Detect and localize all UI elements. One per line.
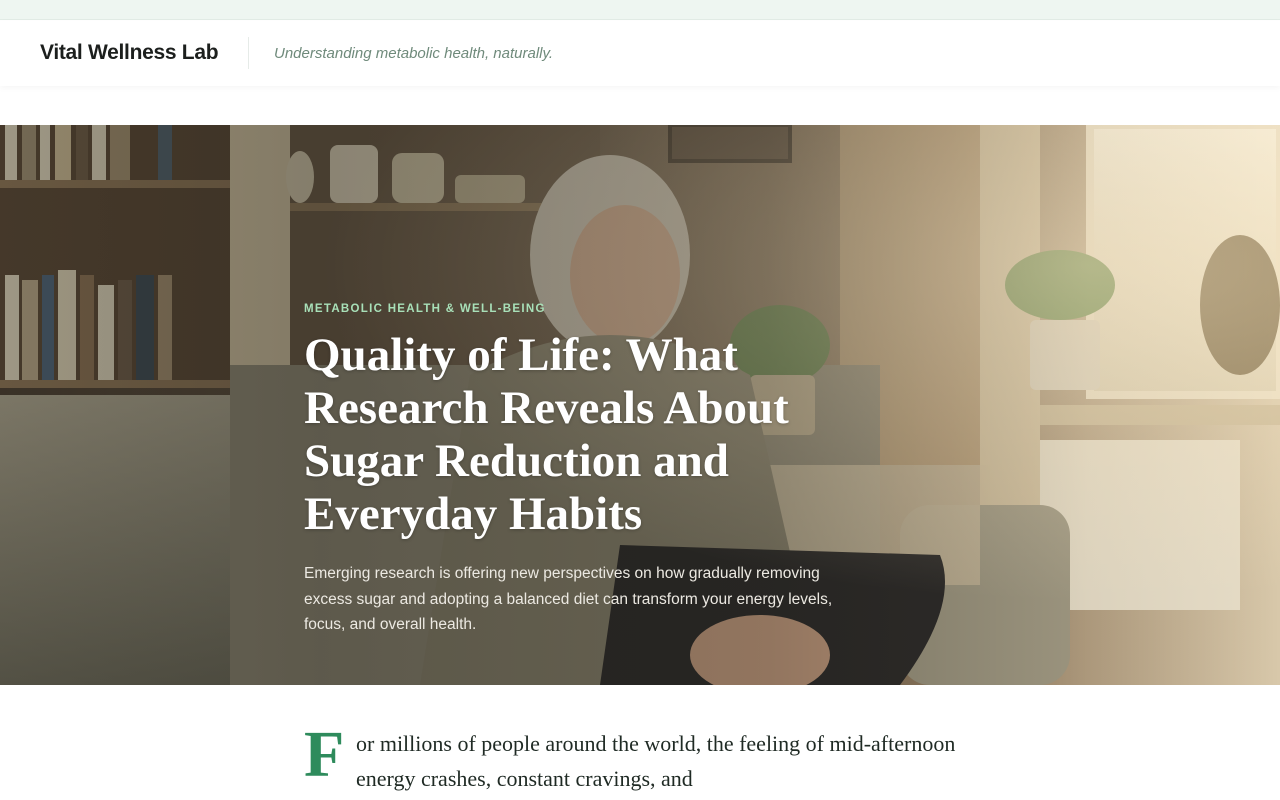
category-label[interactable]: METABOLIC HEALTH & WELL-BEING (304, 303, 904, 315)
drop-cap: F (304, 718, 345, 791)
site-header: Vital Wellness Lab Understanding metabol… (0, 21, 1280, 86)
hero-text-block: METABOLIC HEALTH & WELL-BEING Quality of… (304, 303, 904, 638)
top-accent-bar (0, 0, 1280, 20)
article-title: Quality of Life: What Research Reveals A… (304, 329, 789, 540)
article-subtitle: Emerging research is offering new perspe… (304, 565, 833, 633)
article-lede-paragraph: or millions of people around the world, … (356, 731, 956, 791)
hero-banner: METABOLIC HEALTH & WELL-BEING Quality of… (0, 125, 1280, 685)
site-logo[interactable]: Vital Wellness Lab (40, 41, 219, 65)
site-tagline: Understanding metabolic health, naturall… (274, 45, 554, 62)
header-divider (248, 37, 249, 69)
